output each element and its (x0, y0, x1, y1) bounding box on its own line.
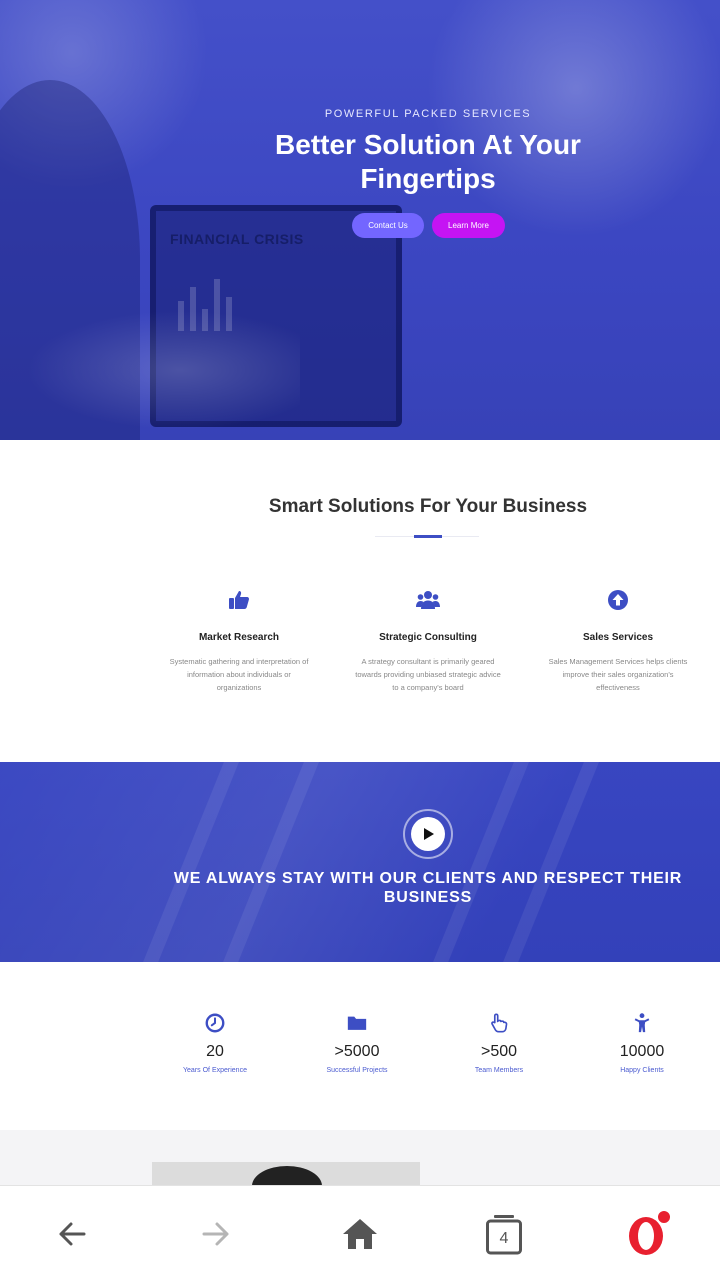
feature-name: Strategic Consulting (379, 632, 477, 643)
feature-description: Systematic gathering and interpretation … (169, 657, 309, 692)
opera-menu-button[interactable] (624, 1210, 672, 1256)
opera-logo-icon (629, 1210, 672, 1255)
arrow-right-icon (202, 1222, 229, 1246)
users-icon (416, 591, 440, 609)
stat-team-members: >500 Team Members (439, 1012, 559, 1074)
stat-label: Years Of Experience (183, 1067, 247, 1074)
hero-section: FINANCIAL CRISIS POWERFUL PACKED SERVICE… (0, 0, 720, 440)
stat-value: >5000 (334, 1043, 380, 1060)
clock-icon (205, 1013, 225, 1033)
stat-happy-clients: 10000 Happy Clients (582, 1012, 702, 1074)
feature-name: Sales Services (582, 632, 654, 643)
contact-us-button[interactable]: Contact Us (352, 213, 424, 238)
feature-strategic-consulting: Strategic Consulting A strategy consulta… (353, 588, 503, 694)
person-icon (634, 1013, 650, 1033)
learn-more-button[interactable]: Learn More (432, 213, 505, 238)
hero-hand-pen-image (0, 300, 300, 440)
play-icon (411, 817, 445, 851)
stat-label: Successful Projects (326, 1067, 388, 1074)
feature-description: A strategy consultant is primarily geare… (355, 657, 501, 692)
stat-successful-projects: >5000 Successful Projects (297, 1012, 417, 1074)
stat-value: >500 (480, 1043, 518, 1060)
video-banner (0, 762, 720, 962)
arrow-up-circle-icon (608, 590, 628, 610)
tab-count: 4 (499, 1230, 509, 1247)
play-video-button[interactable] (403, 809, 453, 859)
home-button[interactable] (336, 1212, 384, 1256)
banner-headline: WE ALWAYS STAY WITH OUR CLIENTS AND RESP… (173, 870, 683, 906)
folder-icon (347, 1016, 367, 1030)
feature-market-research: Market Research Systematic gathering and… (164, 588, 314, 694)
arrow-left-icon (59, 1222, 86, 1246)
back-button[interactable] (48, 1212, 96, 1256)
browser-bottom-bar: 4 (0, 1185, 720, 1280)
thumbs-up-icon (229, 591, 250, 609)
solutions-title: Smart Solutions For Your Business (268, 496, 588, 517)
feature-name: Market Research (198, 632, 280, 643)
hero-eyebrow: POWERFUL PACKED SERVICES (324, 108, 532, 120)
stat-label: Happy Clients (620, 1067, 664, 1074)
forward-button[interactable] (192, 1212, 240, 1256)
solutions-divider-accent (414, 535, 442, 538)
team-photo-head (252, 1166, 322, 1185)
pointer-hand-icon (491, 1013, 508, 1033)
team-photo (152, 1162, 420, 1185)
feature-description: Sales Management Services helps clients … (548, 657, 688, 692)
tabs-button[interactable]: 4 (480, 1212, 528, 1256)
stat-label: Team Members (474, 1067, 524, 1074)
hero-title: Better Solution At Your Fingertips (275, 129, 581, 194)
stat-value: 10000 (619, 1043, 665, 1060)
stat-years-experience: 20 Years Of Experience (155, 1012, 275, 1074)
feature-sales-services: Sales Services Sales Management Services… (543, 588, 693, 694)
home-icon (343, 1219, 377, 1249)
stat-value: 20 (206, 1043, 224, 1060)
laptop-screen-text: FINANCIAL CRISIS (170, 231, 304, 247)
